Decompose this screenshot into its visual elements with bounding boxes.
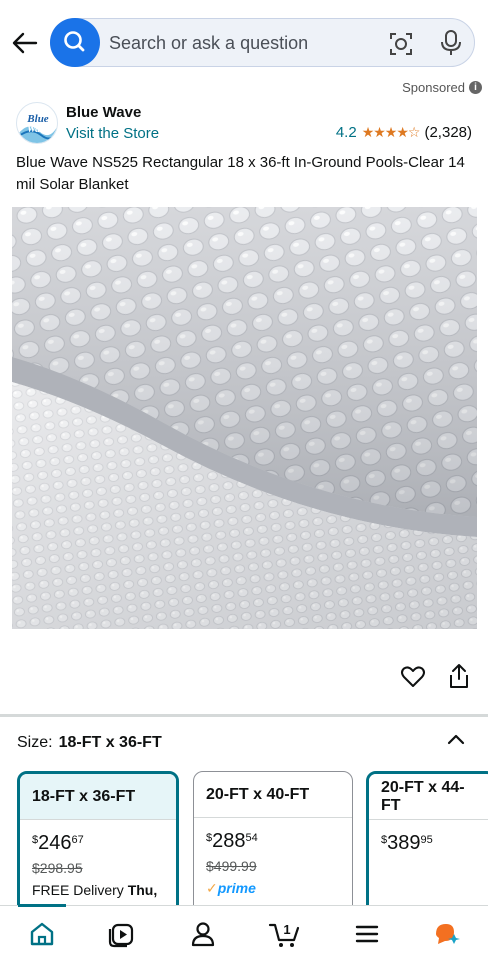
product-image[interactable] — [12, 207, 477, 629]
brand-name[interactable]: Blue Wave — [66, 104, 141, 121]
bottom-navigation: 1 — [0, 904, 488, 960]
product-title: Blue Wave NS525 Rectangular 18 x 36-ft I… — [16, 154, 465, 193]
blue-wave-logo-icon: Blue Wave — [18, 113, 57, 143]
size-option-name: 20-FT x 44-FT — [369, 774, 488, 820]
solar-blanket-photo — [12, 207, 477, 629]
star-rating-icon: ★★★★☆ — [361, 124, 421, 140]
size-option-18x36[interactable]: 18-FT x 36-FT $24667 $298.95 FREE Delive… — [17, 771, 179, 921]
cart-button[interactable]: 1 — [268, 919, 302, 949]
sponsored-text: Sponsored — [402, 80, 465, 95]
info-icon[interactable]: i — [469, 81, 482, 94]
size-option-delivery: FREE Delivery Thu, — [32, 882, 158, 898]
size-option-name: 20-FT x 40-FT — [194, 772, 352, 818]
rating-count: (2,328) — [424, 124, 472, 141]
rufus-icon[interactable] — [432, 919, 462, 949]
size-label-text: Size: — [17, 734, 53, 751]
wishlist-heart-icon[interactable] — [400, 664, 426, 690]
share-icon[interactable] — [447, 662, 471, 690]
size-option-20x40[interactable]: 20-FT x 40-FT $28854 $499.99 ✓prime — [193, 771, 353, 921]
size-label: Size: 18-FT x 36-FT — [17, 734, 162, 752]
account-icon[interactable] — [188, 919, 218, 949]
rating-summary[interactable]: 4.2 ★★★★☆ (2,328) — [336, 124, 472, 141]
brand-logo[interactable]: Blue Wave — [16, 102, 58, 144]
search-input[interactable]: Search or ask a question — [109, 33, 308, 54]
menu-icon[interactable] — [352, 919, 382, 949]
video-icon[interactable] — [107, 919, 137, 949]
search-icon — [64, 31, 85, 52]
top-bar: Search or ask a question — [0, 0, 488, 78]
camera-scan-icon[interactable] — [388, 31, 414, 57]
rating-value: 4.2 — [335, 124, 357, 141]
size-option-price: $28854 — [206, 830, 258, 852]
svg-text:Wave: Wave — [27, 124, 50, 135]
size-option-price: $38995 — [381, 832, 433, 854]
sponsored-label[interactable]: Sponsored i — [402, 80, 482, 95]
size-selected-value: 18-FT x 36-FT — [58, 734, 162, 751]
back-arrow-icon[interactable] — [10, 28, 40, 58]
size-option-list-price: $499.99 — [206, 858, 257, 874]
prime-badge: ✓prime — [206, 880, 256, 896]
search-bar[interactable]: Search or ask a question — [50, 18, 475, 67]
cart-count: 1 — [283, 922, 290, 937]
section-divider — [0, 714, 488, 717]
chevron-up-icon[interactable] — [446, 730, 466, 750]
search-button[interactable] — [50, 18, 100, 67]
home-icon[interactable] — [27, 919, 57, 949]
size-option-price: $24667 — [32, 832, 84, 854]
size-option-20x44[interactable]: 20-FT x 44-FT $38995 — [366, 771, 488, 921]
size-option-list-price: $298.95 — [32, 860, 83, 876]
microphone-icon[interactable] — [439, 29, 463, 57]
cart-icon: 1 — [268, 922, 300, 947]
active-tab-indicator — [18, 904, 66, 907]
visit-store-link[interactable]: Visit the Store — [66, 125, 159, 142]
size-option-name: 18-FT x 36-FT — [20, 774, 176, 820]
